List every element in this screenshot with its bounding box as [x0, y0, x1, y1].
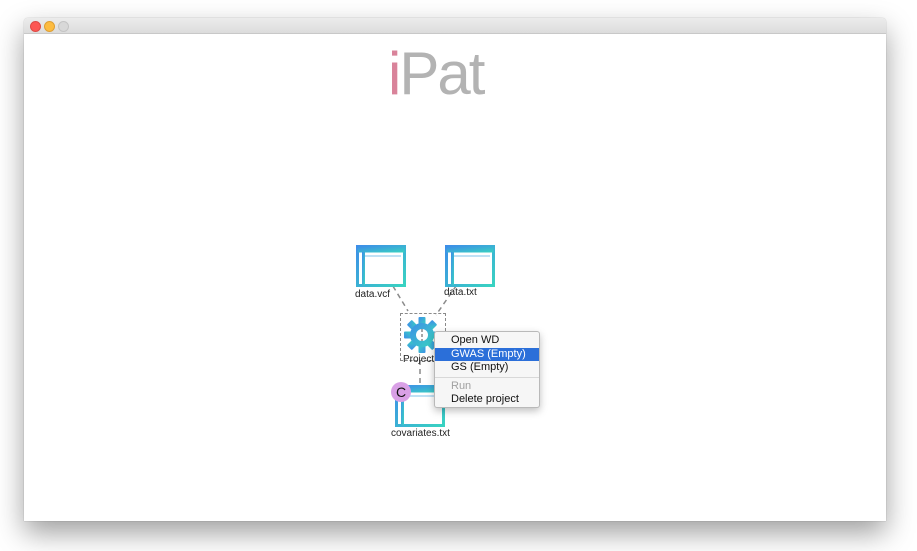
table-file-icon[interactable] — [445, 245, 495, 287]
screen: iPat data.vcf data.txt Project C covaria… — [0, 0, 917, 551]
node-label-data-txt: data.txt — [444, 287, 477, 298]
menu-separator — [435, 376, 539, 378]
table-file-icon[interactable] — [356, 245, 406, 287]
project-context-menu: Open WD GWAS (Empty) GS (Empty) Run Dele… — [434, 331, 540, 408]
node-label-covariates-txt: covariates.txt — [391, 428, 450, 439]
menu-item-run: Run — [451, 379, 472, 392]
menu-item-delete-project[interactable]: Delete project — [435, 393, 539, 407]
logo-i: i — [388, 40, 401, 107]
close-window-button[interactable] — [30, 21, 41, 32]
logo-pat: Pat — [399, 40, 485, 107]
title-bar[interactable] — [24, 18, 886, 34]
app-window: iPat data.vcf data.txt Project C covaria… — [24, 18, 886, 521]
menu-item-open-wd[interactable]: Open WD — [435, 334, 539, 348]
zoom-window-button[interactable] — [58, 21, 69, 32]
minimize-window-button[interactable] — [44, 21, 55, 32]
menu-item-gs[interactable]: GS (Empty) — [435, 361, 539, 375]
node-label-project: Project — [403, 354, 435, 365]
covariate-badge: C — [391, 382, 411, 402]
ipat-logo: iPat — [388, 44, 485, 104]
node-label-data-vcf: data.vcf — [355, 289, 391, 300]
menu-item-gwas[interactable]: GWAS (Empty) — [435, 347, 539, 361]
